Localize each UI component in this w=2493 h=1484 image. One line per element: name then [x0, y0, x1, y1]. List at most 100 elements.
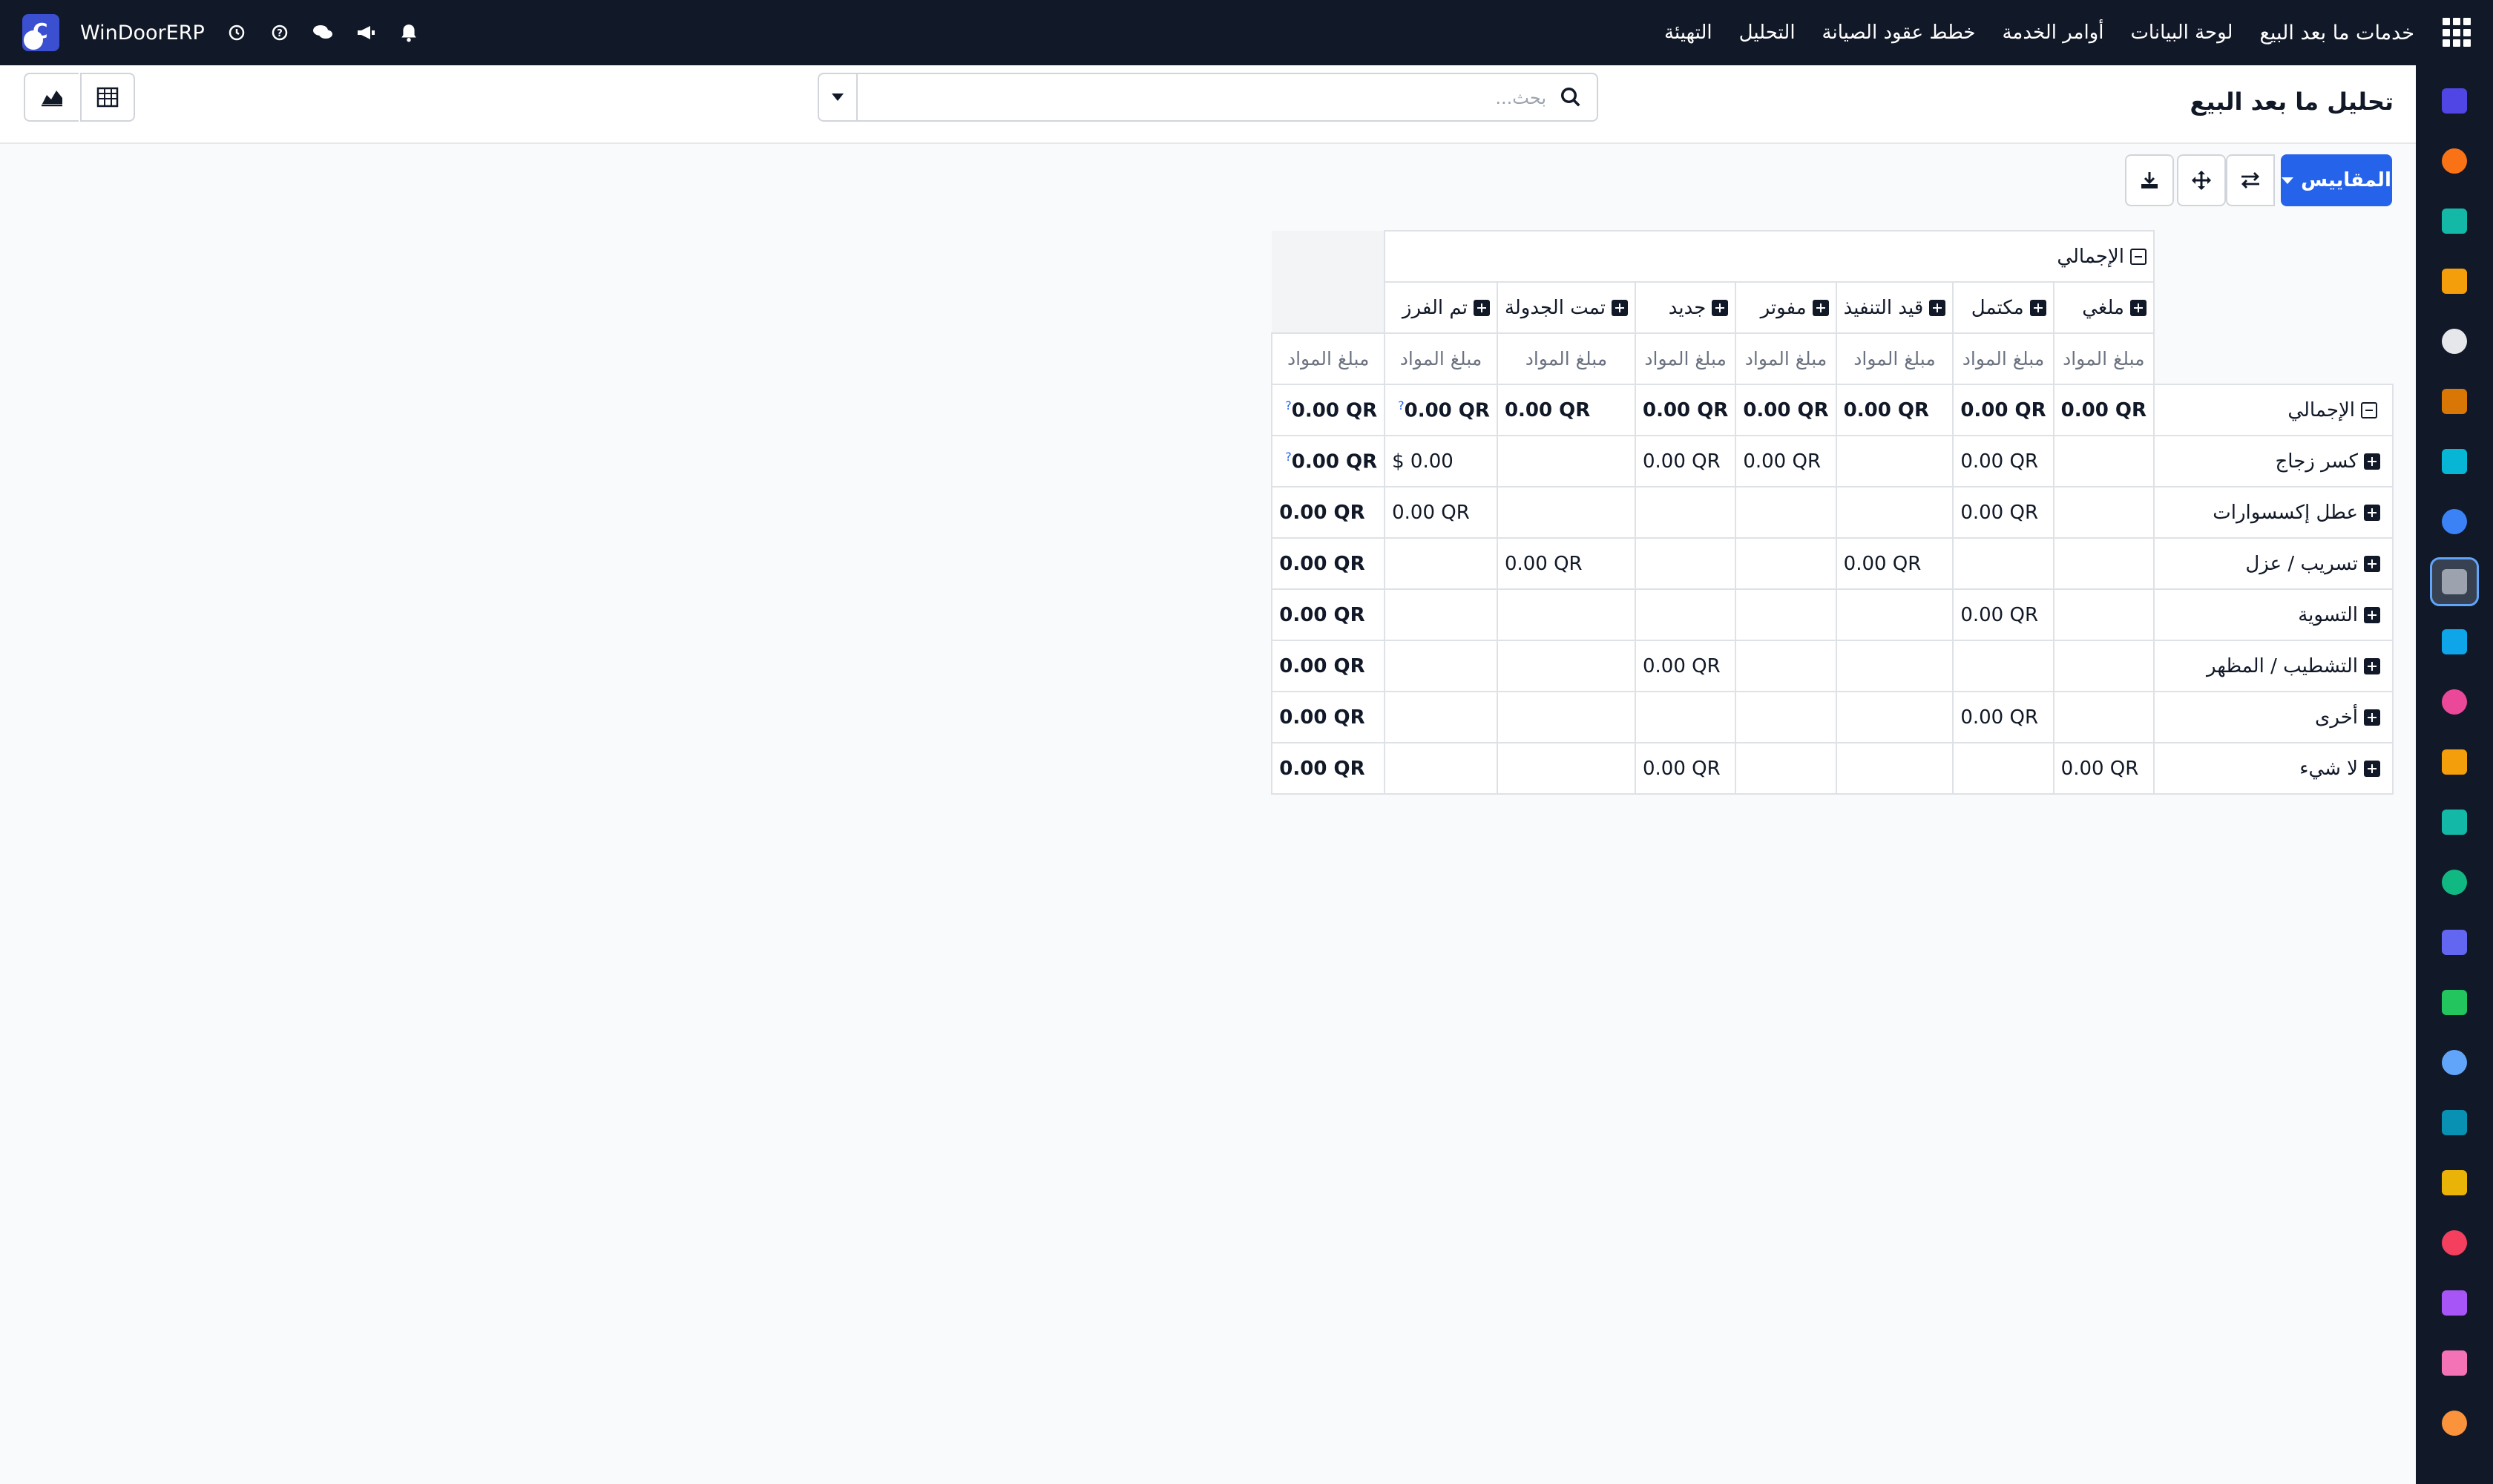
contacts-book-app-button[interactable] [2431, 858, 2478, 906]
measure-header[interactable]: مبلغ المواد [1835, 332, 1954, 385]
pivot-row-header[interactable]: تسريب / عزل [2152, 537, 2394, 590]
announcement-icon[interactable] [355, 22, 377, 44]
pivot-cell[interactable]: 0.00 QR [1952, 588, 2054, 641]
product-app-button[interactable] [2431, 318, 2478, 365]
pivot-cell[interactable]: 0.00 QR [1634, 435, 1737, 487]
calendar-app-button[interactable] [2431, 738, 2478, 786]
measure-header[interactable]: مبلغ المواد [2052, 332, 2155, 385]
pivot-cell[interactable]: 0.00 QR [1634, 742, 1737, 795]
pivot-row-header[interactable]: الإجمالي [2152, 384, 2394, 436]
pivot-col-header-total[interactable]: الإجمالي [1384, 230, 2155, 283]
graph-view-button[interactable] [24, 73, 79, 122]
pos-app-button[interactable] [2431, 1339, 2478, 1387]
menu-item-dashboard[interactable]: لوحة البيانات [2130, 22, 2233, 44]
pivot-total-cell[interactable]: 0.00 QR [1271, 486, 1386, 539]
discuss-app-button[interactable] [2431, 1099, 2478, 1146]
knowledge-app-button[interactable] [2431, 498, 2478, 545]
pivot-cell[interactable]: ?0.00 QR [1384, 384, 1498, 436]
chat-app-button[interactable] [2431, 137, 2478, 185]
sign-app-button[interactable] [2431, 798, 2478, 846]
download-xlsx-button[interactable] [2125, 154, 2174, 206]
invoicing-app-button[interactable] [2431, 618, 2478, 666]
contacts-app-button[interactable] [2431, 378, 2478, 425]
pivot-cell[interactable]: 0.00 QR [2052, 742, 2155, 795]
pivot-cell[interactable]: 0.00 QR [1384, 486, 1498, 539]
pivot-total-cell[interactable]: 0.00 QR [1271, 640, 1386, 692]
pivot-row-header[interactable]: لا شيء [2152, 742, 2394, 795]
company-name[interactable]: WinDoorERP [80, 22, 205, 45]
menu-item-maintenance-plans[interactable]: خطط عقود الصيانة [1822, 22, 1976, 44]
pivot-cell[interactable]: 0.00 QR [1735, 384, 1837, 436]
pivot-total-cell[interactable]: 0.00 QR [1271, 537, 1386, 590]
measures-dropdown-button[interactable]: المقاييس [2281, 154, 2392, 206]
flip-axis-button[interactable] [2226, 154, 2275, 206]
odoo-app-button[interactable] [2431, 1399, 2478, 1447]
menu-item-analysis[interactable]: التحليل [1739, 22, 1796, 44]
mail-app-button[interactable] [2431, 77, 2478, 125]
pivot-col-header[interactable]: ملغي [2052, 281, 2155, 334]
pivot-row-header[interactable]: التشطيب / المظهر [2152, 640, 2394, 692]
company-logo[interactable]: C [22, 14, 59, 51]
pivot-row-header[interactable]: أخرى [2152, 691, 2394, 743]
pivot-view-button[interactable] [80, 73, 135, 122]
pivot-total-cell[interactable]: 0.00 QR [1271, 742, 1386, 795]
dashboards-app-button[interactable] [2431, 919, 2478, 966]
measure-header[interactable]: مبلغ المواد [1634, 332, 1737, 385]
manufacturing-app-button[interactable] [2431, 1279, 2478, 1327]
pivot-row-header[interactable]: كسر زجاج [2152, 435, 2394, 487]
pivot-cell[interactable]: 0.00 QR [1952, 435, 2054, 487]
menu-item-service-orders[interactable]: أوامر الخدمة [2002, 22, 2103, 44]
pivot-col-header[interactable]: جديد [1634, 281, 1737, 334]
events-app-button[interactable] [2431, 1219, 2478, 1267]
measure-header[interactable]: مبلغ المواد [1271, 332, 1386, 385]
pivot-col-header[interactable]: مكتمل [1952, 281, 2054, 334]
pivot-col-header[interactable]: تم الفرز [1384, 281, 1498, 334]
pivot-cell[interactable]: 0.00 QR [1835, 537, 1954, 590]
expand-all-button[interactable] [2177, 154, 2226, 206]
pivot-cell[interactable]: 0.00 QR [1634, 384, 1737, 436]
pivot-row-header[interactable]: التسوية [2152, 588, 2394, 641]
messages-icon[interactable] [312, 22, 334, 44]
employees-app-button[interactable] [2431, 678, 2478, 726]
pivot-cell[interactable]: 0.00 QR [1496, 384, 1637, 436]
menu-item-configuration[interactable]: التهيئة [1664, 22, 1712, 44]
reports-app-button[interactable] [2431, 257, 2478, 305]
pivot-cell[interactable]: 0.00 QR [1952, 691, 2054, 743]
search-icon[interactable] [1560, 86, 1582, 108]
pivot-cell[interactable]: 0.00 QR [1952, 384, 2054, 436]
email-marketing-app-button[interactable] [2431, 1159, 2478, 1206]
whatsapp-app-button[interactable] [2431, 979, 2478, 1026]
pivot-cell[interactable]: $ 0.00 [1384, 435, 1498, 487]
currency-help-icon[interactable]: ? [1398, 398, 1405, 413]
search-options-toggle[interactable] [819, 74, 858, 120]
apps-menu-icon[interactable] [2441, 18, 2471, 47]
time-app-button[interactable] [2431, 1039, 2478, 1086]
search-input[interactable] [893, 82, 1546, 114]
help-icon[interactable]: ? [269, 22, 291, 44]
menu-item-aftersales[interactable]: خدمات ما بعد البيع [2259, 22, 2414, 45]
aftersales-app-button[interactable] [2430, 557, 2479, 606]
measure-header[interactable]: مبلغ المواد [1952, 332, 2054, 385]
pivot-total-cell[interactable]: ?0.00 QR [1271, 384, 1386, 436]
measure-header[interactable]: مبلغ المواد [1384, 332, 1498, 385]
notifications-bell-icon[interactable] [398, 22, 420, 44]
currency-help-icon[interactable]: ? [1285, 398, 1292, 413]
pivot-cell[interactable]: 0.00 QR [1634, 640, 1737, 692]
measure-header[interactable]: مبلغ المواد [1496, 332, 1637, 385]
pivot-total-cell[interactable]: ?0.00 QR [1271, 435, 1386, 487]
pivot-total-cell[interactable]: 0.00 QR [1271, 691, 1386, 743]
pivot-total-cell[interactable]: 0.00 QR [1271, 588, 1386, 641]
pivot-col-header[interactable]: مفوتر [1735, 281, 1837, 334]
pivot-cell[interactable]: 0.00 QR [2052, 384, 2155, 436]
pivot-cell[interactable]: 0.00 QR [1952, 486, 2054, 539]
pivot-cell[interactable]: 0.00 QR [1835, 384, 1954, 436]
activity-clock-icon[interactable] [226, 22, 248, 44]
pivot-cell[interactable]: 0.00 QR [1735, 435, 1837, 487]
pivot-row-header[interactable]: عطل إكسسوارات [2152, 486, 2394, 539]
pivot-col-header[interactable]: تمت الجدولة [1496, 281, 1637, 334]
currency-help-icon[interactable]: ? [1285, 450, 1292, 464]
inventory-app-button[interactable] [2431, 197, 2478, 245]
pivot-cell[interactable]: 0.00 QR [1496, 537, 1637, 590]
measure-header[interactable]: مبلغ المواد [1735, 332, 1837, 385]
pivot-col-header[interactable]: قيد التنفيذ [1835, 281, 1954, 334]
